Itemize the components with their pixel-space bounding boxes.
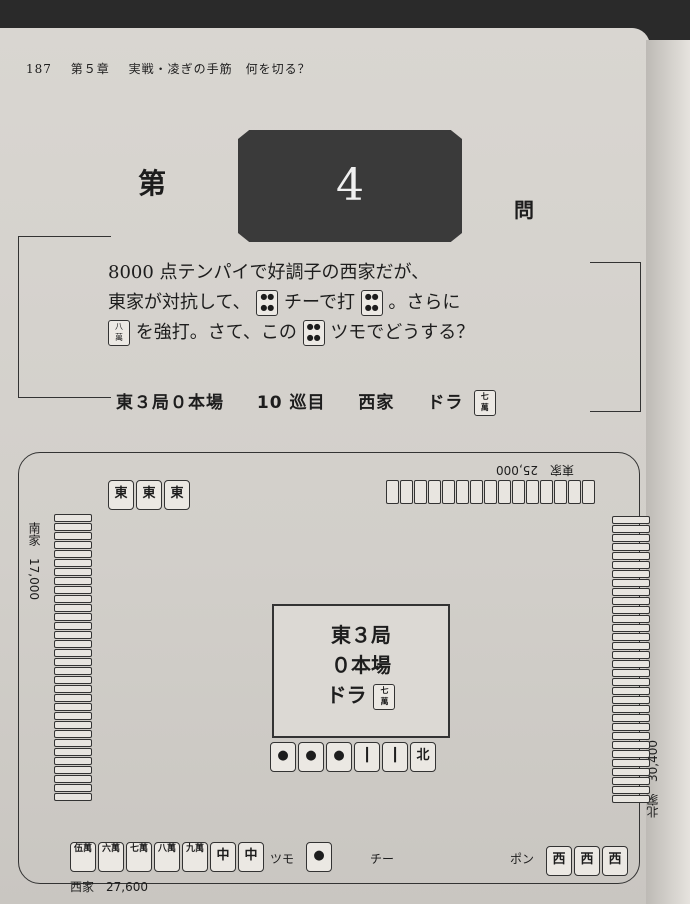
page-number: 187 bbox=[26, 62, 52, 76]
chapter-label: 第５章 bbox=[70, 62, 110, 76]
problem-line-3: 八萬 を強打。さて、この ●● ●● ツモでどうする？ bbox=[108, 318, 588, 348]
west-pon-label: ポン bbox=[510, 852, 535, 866]
pin-tile-icon: ●● ●● bbox=[360, 290, 383, 316]
west-chi-label: チー bbox=[370, 852, 395, 866]
problem-frame-right bbox=[590, 262, 641, 412]
running-header: 187 第５章 実戦・凌ぎの手筋 何を切る？ bbox=[26, 60, 325, 77]
south-player-label: 南家 17,000 bbox=[27, 522, 41, 600]
east-melds: 東 東 東 bbox=[108, 480, 192, 510]
question-number: 4 bbox=[336, 160, 364, 211]
north-hand bbox=[612, 516, 650, 804]
west-hand: 伍萬 六萬 七萬 八萬 九萬 中 中 bbox=[70, 842, 266, 872]
center-round: 東３局 bbox=[331, 623, 391, 647]
question-mon: 問 bbox=[514, 198, 534, 222]
west-player-label: 西家 27,600 bbox=[70, 880, 148, 894]
problem-text: 8000 点テンパイで好調子の西家だが、 東家が対抗して、 ●● ●● チーで打 … bbox=[108, 258, 588, 348]
problem-line-2: 東家が対抗して、 ●● ●● チーで打 ●● ●● 。さらに bbox=[108, 288, 588, 318]
south-hand bbox=[54, 514, 92, 802]
man-tile-icon: 八萬 bbox=[108, 320, 130, 346]
status-seat: 西家 bbox=[358, 393, 395, 413]
status-round: 東３局０本場 bbox=[116, 393, 224, 413]
game-status: 東３局０本場 10 巡目 西家 ドラ 七萬 bbox=[116, 388, 522, 416]
chapter-title: 実戦・凌ぎの手筋 何を切る？ bbox=[128, 62, 311, 76]
status-turn: 10 巡目 bbox=[256, 393, 326, 413]
round-indicator: 東３局 ０本場 ドラ 七萬 bbox=[272, 604, 450, 738]
status-dora-label: ドラ bbox=[427, 393, 464, 413]
pin-tile-icon: ●● ●● bbox=[302, 320, 325, 346]
dora-tile-icon: 七萬 bbox=[474, 390, 497, 416]
west-tsumo-label: ツモ bbox=[270, 852, 295, 866]
pin-tile-icon: ●● ●● bbox=[256, 290, 279, 316]
dora-tile-icon: 七萬 bbox=[373, 683, 396, 710]
west-pon-meld: 西 西 西 bbox=[546, 846, 630, 876]
west-discards: ● ● ● ┃ ┃ 北 bbox=[270, 742, 438, 772]
center-honba: ０本場 bbox=[331, 653, 391, 677]
center-dora: ドラ 七萬 bbox=[274, 680, 448, 710]
tsumo-tile: ● bbox=[306, 842, 332, 872]
east-hand bbox=[386, 480, 596, 504]
question-dai: 第 bbox=[138, 167, 167, 200]
problem-frame-left bbox=[18, 236, 111, 398]
problem-line-1: 8000 点テンパイで好調子の西家だが、 bbox=[108, 262, 430, 283]
east-player-label: 東家 25,000 bbox=[496, 463, 574, 477]
